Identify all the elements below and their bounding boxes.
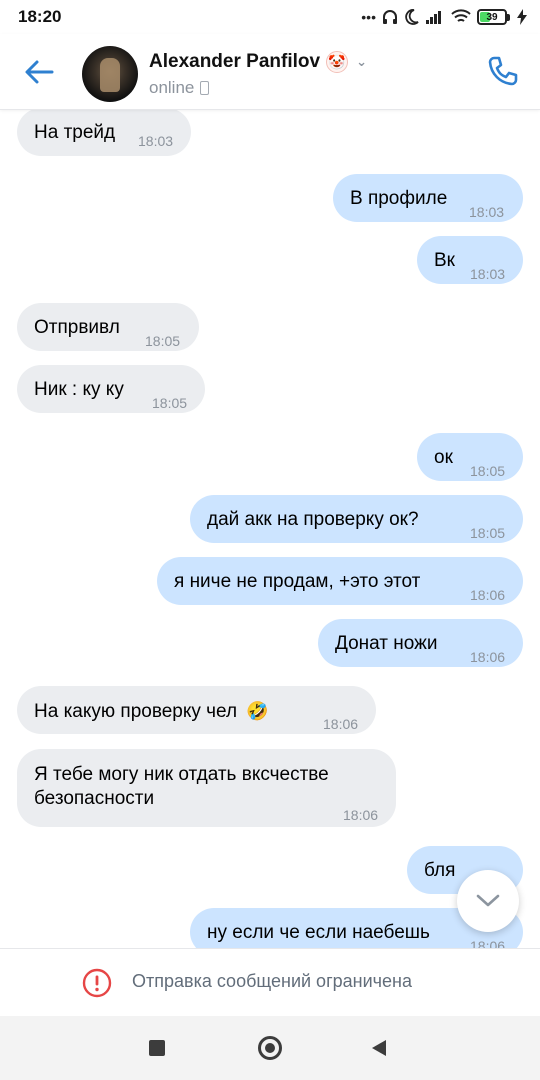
message-time: 18:03 — [469, 204, 505, 220]
phone-call-icon[interactable] — [486, 54, 520, 88]
message-text: Донат ножи — [335, 633, 438, 654]
chat-header: Alexander Panfilov 🤡 ⌄ online — [0, 34, 540, 110]
message-time: 18:05 — [152, 395, 188, 411]
system-nav-bar — [0, 1016, 540, 1080]
contact-name-row[interactable]: Alexander Panfilov 🤡 ⌄ — [149, 51, 367, 73]
message-time: 18:05 — [470, 525, 506, 541]
message-time: 18:06 — [343, 807, 379, 823]
message-time: 18:05 — [470, 463, 506, 479]
warning-circle-icon — [82, 968, 112, 998]
message-bubble-outgoing[interactable]: Вк 18:03 — [417, 236, 523, 284]
back-triangle-icon[interactable] — [372, 1040, 386, 1056]
message-text: бля — [424, 860, 456, 881]
message-bubble-outgoing[interactable]: ок 18:05 — [417, 433, 523, 481]
message-text: Вк — [434, 250, 455, 271]
signal-icon — [426, 11, 441, 24]
message-time: 18:06 — [323, 716, 359, 732]
back-arrow-icon[interactable] — [22, 56, 56, 88]
recents-square-icon[interactable] — [149, 1040, 165, 1056]
message-text: На трейд — [34, 122, 116, 143]
mobile-device-icon — [200, 81, 210, 95]
messaging-restricted-bar: Отправка сообщений ограничена — [0, 948, 540, 1016]
status-icons: ••• 39 — [361, 6, 528, 28]
avatar[interactable] — [82, 46, 138, 102]
status-time: 18:20 — [18, 7, 62, 26]
restriction-text: Отправка сообщений ограничена — [132, 971, 412, 991]
message-list[interactable]: На трейд 18:03 В профиле 18:03 Вк 18:03 … — [0, 110, 540, 948]
message-time: 18:03 — [138, 133, 174, 149]
rofl-emoji-icon: 🤣 — [246, 701, 269, 721]
message-bubble-outgoing[interactable]: дай акк на проверку ок? 18:05 — [190, 495, 523, 543]
online-status: online — [149, 78, 195, 97]
headphones-icon — [383, 10, 397, 24]
message-text: На какую проверку чел 🤣 — [34, 699, 269, 724]
scroll-to-bottom-button[interactable] — [457, 870, 519, 932]
message-bubble-outgoing[interactable]: В профиле 18:03 — [333, 174, 523, 222]
wifi-icon — [451, 9, 471, 22]
battery-icon: 39 — [477, 9, 510, 25]
message-text: я ниче не продам, +это этот — [174, 571, 421, 592]
status-bar: 18:20 ••• 39 — [0, 0, 540, 34]
message-text: Я тебе могу ник отдать вксчестве безопас… — [34, 763, 329, 811]
message-text: Отпрвивл — [34, 317, 120, 338]
message-text-line: Я тебе могу ник отдать вксчестве — [34, 764, 329, 785]
message-bubble-incoming[interactable]: Отпрвивл 18:05 — [17, 303, 199, 351]
message-time: 18:06 — [470, 649, 506, 665]
chevron-down-icon: ⌄ — [356, 54, 367, 69]
moon-icon — [405, 9, 419, 25]
clown-emoji-icon: 🤡 — [326, 51, 349, 73]
message-text-content: На какую проверку чел — [34, 701, 238, 722]
message-bubble-incoming[interactable]: На какую проверку чел 🤣 18:06 — [17, 686, 376, 734]
message-text-line: безопасности — [34, 788, 155, 809]
contact-name: Alexander Panfilov — [149, 51, 321, 72]
charging-icon — [517, 9, 527, 25]
message-bubble-outgoing[interactable]: Донат ножи 18:06 — [318, 619, 523, 667]
message-bubble-incoming[interactable]: Ник : ку ку 18:05 — [17, 365, 205, 413]
message-time: 18:03 — [470, 266, 506, 282]
message-text: ок — [434, 447, 453, 468]
message-bubble-outgoing[interactable]: я ниче не продам, +это этот 18:06 — [157, 557, 523, 605]
message-text: ну если че если наебешь — [207, 922, 430, 943]
chevron-down-icon — [476, 894, 500, 907]
message-bubble-incoming[interactable]: На трейд 18:03 — [17, 110, 191, 156]
message-time: 18:06 — [470, 587, 506, 603]
message-time: 18:05 — [145, 333, 181, 349]
more-dots-icon: ••• — [361, 9, 376, 25]
message-bubble-incoming[interactable]: Я тебе могу ник отдать вксчестве безопас… — [17, 749, 396, 827]
message-text: Ник : ку ку — [34, 379, 124, 400]
contact-status: online — [149, 78, 210, 98]
message-time: 18:06 — [470, 938, 506, 948]
message-text: В профиле — [350, 188, 448, 209]
message-text: дай акк на проверку ок? — [207, 509, 419, 530]
battery-level: 39 — [486, 11, 498, 23]
home-circle-icon[interactable] — [258, 1036, 282, 1060]
